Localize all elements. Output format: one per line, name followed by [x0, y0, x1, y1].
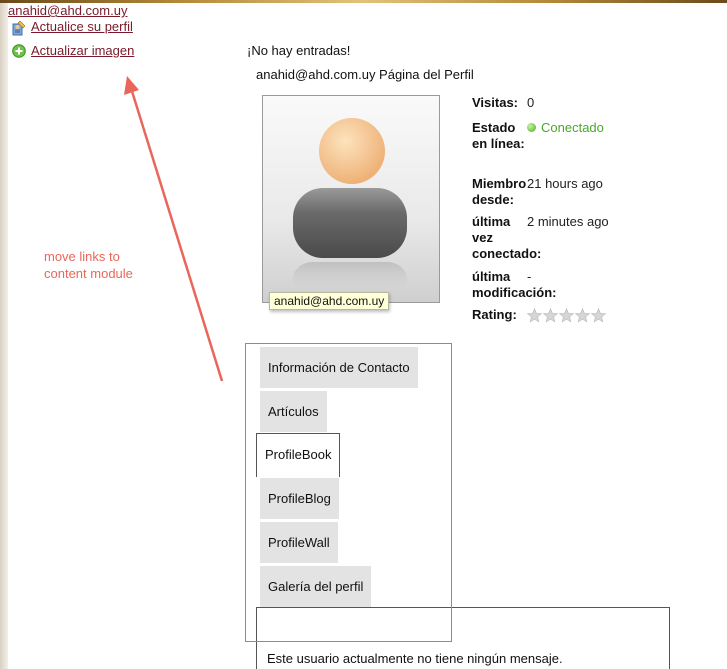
star-icon[interactable] — [591, 307, 606, 323]
tab-contact-info[interactable]: Información de Contacto — [260, 347, 418, 388]
rating-label: Rating: — [472, 307, 517, 322]
star-icon[interactable] — [575, 307, 590, 323]
tab-articles[interactable]: Artículos — [260, 391, 327, 432]
star-icon[interactable] — [543, 307, 558, 323]
avatar — [262, 95, 440, 303]
last-modified-value: - — [527, 269, 532, 284]
status-value: Conectado — [541, 120, 604, 135]
star-icon[interactable] — [527, 307, 542, 323]
page-title: anahid@ahd.com.uy Página del Perfil — [256, 67, 474, 82]
last-connected-row: última vez conectado: 2 minutes ago — [472, 214, 722, 269]
default-avatar-icon — [293, 118, 407, 296]
status-row: Estado en línea: Conectado — [472, 120, 722, 170]
no-messages-text: Este usuario actualmente no tiene ningún… — [267, 651, 563, 666]
profile-info: Visitas: 0 Estado en línea: Conectado Mi… — [472, 95, 722, 323]
star-icon[interactable] — [559, 307, 574, 323]
rating-row: Rating: — [472, 307, 722, 323]
member-since-value: 21 hours ago — [527, 176, 603, 191]
last-connected-value: 2 minutes ago — [527, 214, 609, 229]
last-connected-label: última vez conectado: — [472, 214, 542, 261]
avatar-tooltip: anahid@ahd.com.uy — [269, 292, 390, 310]
no-entries-message: ¡No hay entradas! — [247, 43, 351, 58]
tab-profileblog[interactable]: ProfileBlog — [260, 478, 339, 519]
tab-profile-gallery[interactable]: Galería del perfil — [260, 566, 372, 607]
last-modified-row: última modificación: - — [472, 269, 722, 307]
tab-profilebook[interactable]: ProfileBook — [256, 433, 341, 477]
rating-stars[interactable] — [527, 307, 606, 323]
online-dot-icon — [527, 123, 536, 132]
status-label: Estado en línea: — [472, 120, 525, 151]
status-value-wrap: Conectado — [527, 120, 604, 170]
tab-profilewall[interactable]: ProfileWall — [260, 522, 338, 563]
member-since-label: Miembro desde: — [472, 176, 527, 207]
tab-content-panel: Este usuario actualmente no tiene ningún… — [256, 607, 670, 669]
member-since-row: Miembro desde: 21 hours ago — [472, 176, 722, 214]
